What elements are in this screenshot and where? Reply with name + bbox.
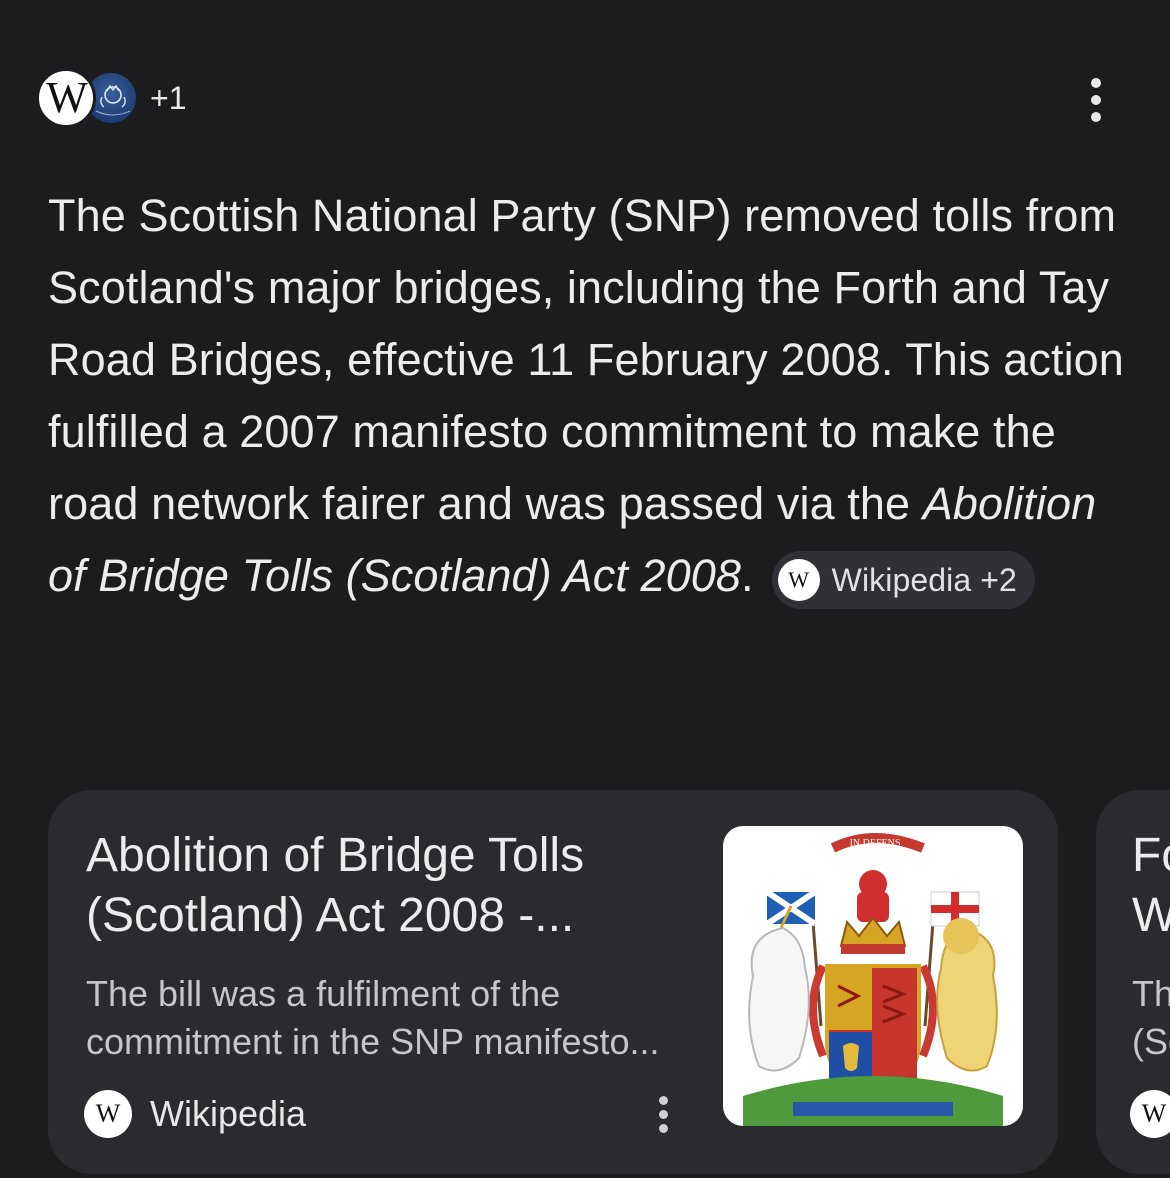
source-card-snippet: The bill was a fulfilment of the commitm… — [86, 973, 660, 1062]
citation-chip-label: Wikipedia +2 — [831, 562, 1017, 598]
wikipedia-icon: W — [84, 1090, 132, 1138]
source-card-title: Fo W — [1132, 829, 1170, 942]
sources-extra-count: +1 — [150, 79, 187, 116]
answer-text-end: . — [741, 550, 754, 601]
ai-answer-text: The Scottish National Party (SNP) remove… — [48, 180, 1128, 612]
source-card-site: W — [1130, 1090, 1170, 1138]
source-card-site: W Wikipedia — [84, 1090, 306, 1138]
source-card[interactable]: Fo W Th (Sc W — [1096, 790, 1170, 1174]
source-favicons-button[interactable]: W +1 — [36, 66, 186, 130]
source-card[interactable]: Abolition of Bridge Tolls (Scotland) Act… — [48, 790, 1058, 1174]
more-options-icon[interactable] — [1076, 76, 1116, 124]
coat-of-arms-thumbnail: IN DEFENS — [723, 826, 1023, 1126]
wikipedia-icon: W — [36, 68, 96, 128]
card-more-options-icon[interactable] — [648, 1090, 678, 1138]
wikipedia-icon: W — [777, 559, 820, 601]
wikipedia-icon: W — [1130, 1090, 1170, 1138]
coat-of-arms-motto: IN DEFENS — [850, 838, 901, 849]
source-card-snippet: Th (Sc — [1132, 973, 1170, 1062]
ai-overview-panel: W +1 The Scottish National Party (SNP) r… — [0, 0, 1170, 1178]
citation-chip[interactable]: W Wikipedia +2 — [771, 551, 1035, 609]
source-card-title: Abolition of Bridge Tolls (Scotland) Act… — [86, 829, 585, 942]
source-card-site-name: Wikipedia — [150, 1093, 307, 1134]
